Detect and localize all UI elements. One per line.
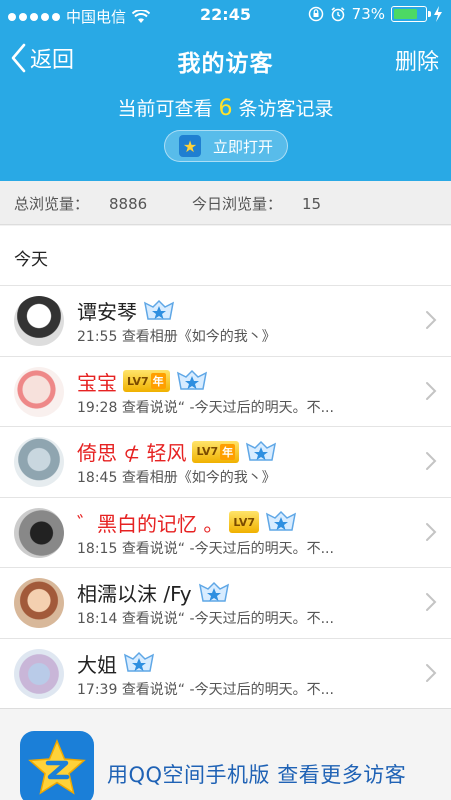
visitor-name-line: 倚思 ⊄ 轻风 LV7 年 (77, 437, 277, 466)
visit-detail: 19:28 查看说说“ -今天过后的明天。不... (77, 397, 399, 417)
battery-icon (391, 6, 431, 22)
today-views-label: 今日浏览量： (191, 195, 282, 213)
vip-crown-icon (198, 581, 230, 605)
nav-bar: 返回 我的访客 删除 (0, 36, 451, 82)
total-views-value: 8886 (109, 195, 148, 213)
page-title: 我的访客 (177, 51, 274, 77)
visitor-name-line: ゛黑白的记忆 。 LV7 (77, 508, 297, 537)
status-right: 73% (308, 5, 443, 23)
chevron-right-icon (425, 381, 437, 401)
level-year-label: 年 (150, 373, 166, 389)
summary-suffix: 条访客记录 (238, 98, 334, 120)
visitor-list: 谭安琴 21:55 查看相册《如今的我丶》 宝宝 LV7 年 19:28 查看说说“ -今… (0, 286, 451, 709)
visit-time: 18:45 (77, 470, 118, 486)
level-badge: LV7 年 (192, 440, 240, 463)
header: 中国电信 22:45 73% 返回 我的访客 删除 当前可查看 6 条访客记录 … (0, 0, 451, 181)
visit-time: 18:14 (77, 611, 118, 627)
avatar[interactable] (14, 507, 64, 558)
visitor-row[interactable]: 相濡以沫 /Fy 18:14 查看说说“ -今天过后的明天。不... (0, 568, 451, 639)
visit-detail: 18:45 查看相册《如今的我丶》 (77, 467, 399, 487)
view-stats: 总浏览量： 8886 今日浏览量： 15 (0, 181, 451, 225)
visitor-name: 相濡以沫 /Fy (77, 582, 192, 606)
visit-action: 查看说说“ -今天过后的明天。不... (121, 399, 334, 416)
visitor-row[interactable]: 谭安琴 21:55 查看相册《如今的我丶》 (0, 286, 451, 357)
visitor-name: 宝宝 (77, 370, 117, 395)
chevron-right-icon (425, 592, 437, 612)
avatar[interactable] (14, 366, 64, 417)
total-views-label: 总浏览量： (14, 195, 90, 213)
rotation-lock-icon (308, 6, 323, 22)
visit-time: 17:39 (77, 681, 118, 698)
vip-crown-icon (176, 369, 208, 393)
battery-percent: 73% (351, 5, 385, 23)
level-label: LV7 (233, 515, 256, 529)
charging-icon (434, 6, 442, 22)
visit-detail: 21:55 查看相册《如今的我丶》 (77, 326, 399, 346)
visit-detail: 17:39 查看说说“ -今天过后的明天。不... (77, 679, 399, 699)
open-now-label: 立即打开 (212, 137, 273, 156)
visitor-name-line: 相濡以沫 /Fy (77, 578, 230, 607)
chevron-right-icon (425, 310, 437, 330)
visitor-row[interactable]: 宝宝 LV7 年 19:28 查看说说“ -今天过后的明天。不... (0, 357, 451, 427)
status-bar: 中国电信 22:45 73% (0, 0, 451, 30)
level-label: LV7 (196, 445, 219, 458)
visit-action: 查看说说“ -今天过后的明天。不... (121, 540, 334, 557)
chevron-right-icon (425, 522, 437, 542)
star-icon: ★ (178, 135, 201, 157)
today-views: 今日浏览量： 15 (192, 195, 341, 213)
chevron-right-icon (425, 451, 437, 471)
level-badge: LV7 (229, 511, 260, 533)
visitor-row[interactable]: 大姐 17:39 查看说说“ -今天过后的明天。不... (0, 639, 451, 709)
visit-time: 19:28 (77, 399, 118, 416)
visitor-summary: 当前可查看 6 条访客记录 (0, 94, 451, 121)
visitor-name: 谭安琴 (77, 300, 137, 324)
vip-crown-icon (143, 299, 175, 323)
qzone-app-icon (20, 731, 94, 800)
open-now-button[interactable]: ★ 立即打开 (164, 130, 288, 162)
visitor-name: ゛黑白的记忆 。 (77, 511, 224, 536)
visit-action: 查看说说“ -今天过后的明天。不... (121, 681, 334, 698)
summary-prefix: 当前可查看 (117, 98, 213, 120)
visit-time: 18:15 (77, 540, 118, 557)
avatar[interactable] (14, 296, 64, 346)
visit-time: 21:55 (77, 329, 118, 345)
vip-crown-icon (245, 440, 277, 464)
vip-crown-icon (265, 510, 297, 534)
avatar[interactable] (14, 578, 64, 628)
visitor-name: 大姐 (77, 652, 117, 677)
visitor-row[interactable]: ゛黑白的记忆 。 LV7 18:15 查看说说“ -今天过后的明天。不... (0, 498, 451, 568)
qzone-app-banner[interactable]: 用QQ空间手机版 查看更多访客 (0, 708, 451, 800)
delete-button[interactable]: 删除 (395, 44, 439, 76)
visitor-row[interactable]: 倚思 ⊄ 轻风 LV7 年 18:45 查看相册《如今的我丶》 (0, 427, 451, 498)
visitor-count: 6 (218, 96, 233, 121)
visit-action: 查看相册《如今的我丶》 (121, 329, 276, 345)
visitor-name-line: 宝宝 LV7 年 (77, 367, 208, 396)
visit-action: 查看说说“ -今天过后的明天。不... (121, 611, 334, 627)
vip-crown-icon (123, 651, 155, 675)
level-badge: LV7 年 (123, 370, 170, 392)
visit-detail: 18:14 查看说说“ -今天过后的明天。不... (77, 608, 399, 628)
visitor-name: 倚思 ⊄ 轻风 (77, 441, 187, 465)
avatar[interactable] (14, 648, 64, 699)
today-views-value: 15 (302, 195, 322, 213)
visitor-name-line: 谭安琴 (77, 296, 175, 325)
chevron-right-icon (425, 663, 437, 683)
section-header-today: 今天 (0, 226, 451, 286)
banner-text: 用QQ空间手机版 查看更多访客 (107, 763, 407, 787)
level-label: LV7 (127, 374, 149, 388)
visit-action: 查看相册《如今的我丶》 (121, 470, 276, 486)
avatar[interactable] (14, 437, 64, 487)
visit-detail: 18:15 查看说说“ -今天过后的明天。不... (77, 538, 399, 558)
level-year-label: 年 (220, 443, 236, 460)
visitor-name-line: 大姐 (77, 649, 155, 678)
total-views: 总浏览量： 8886 (14, 195, 167, 213)
alarm-icon (331, 7, 345, 22)
